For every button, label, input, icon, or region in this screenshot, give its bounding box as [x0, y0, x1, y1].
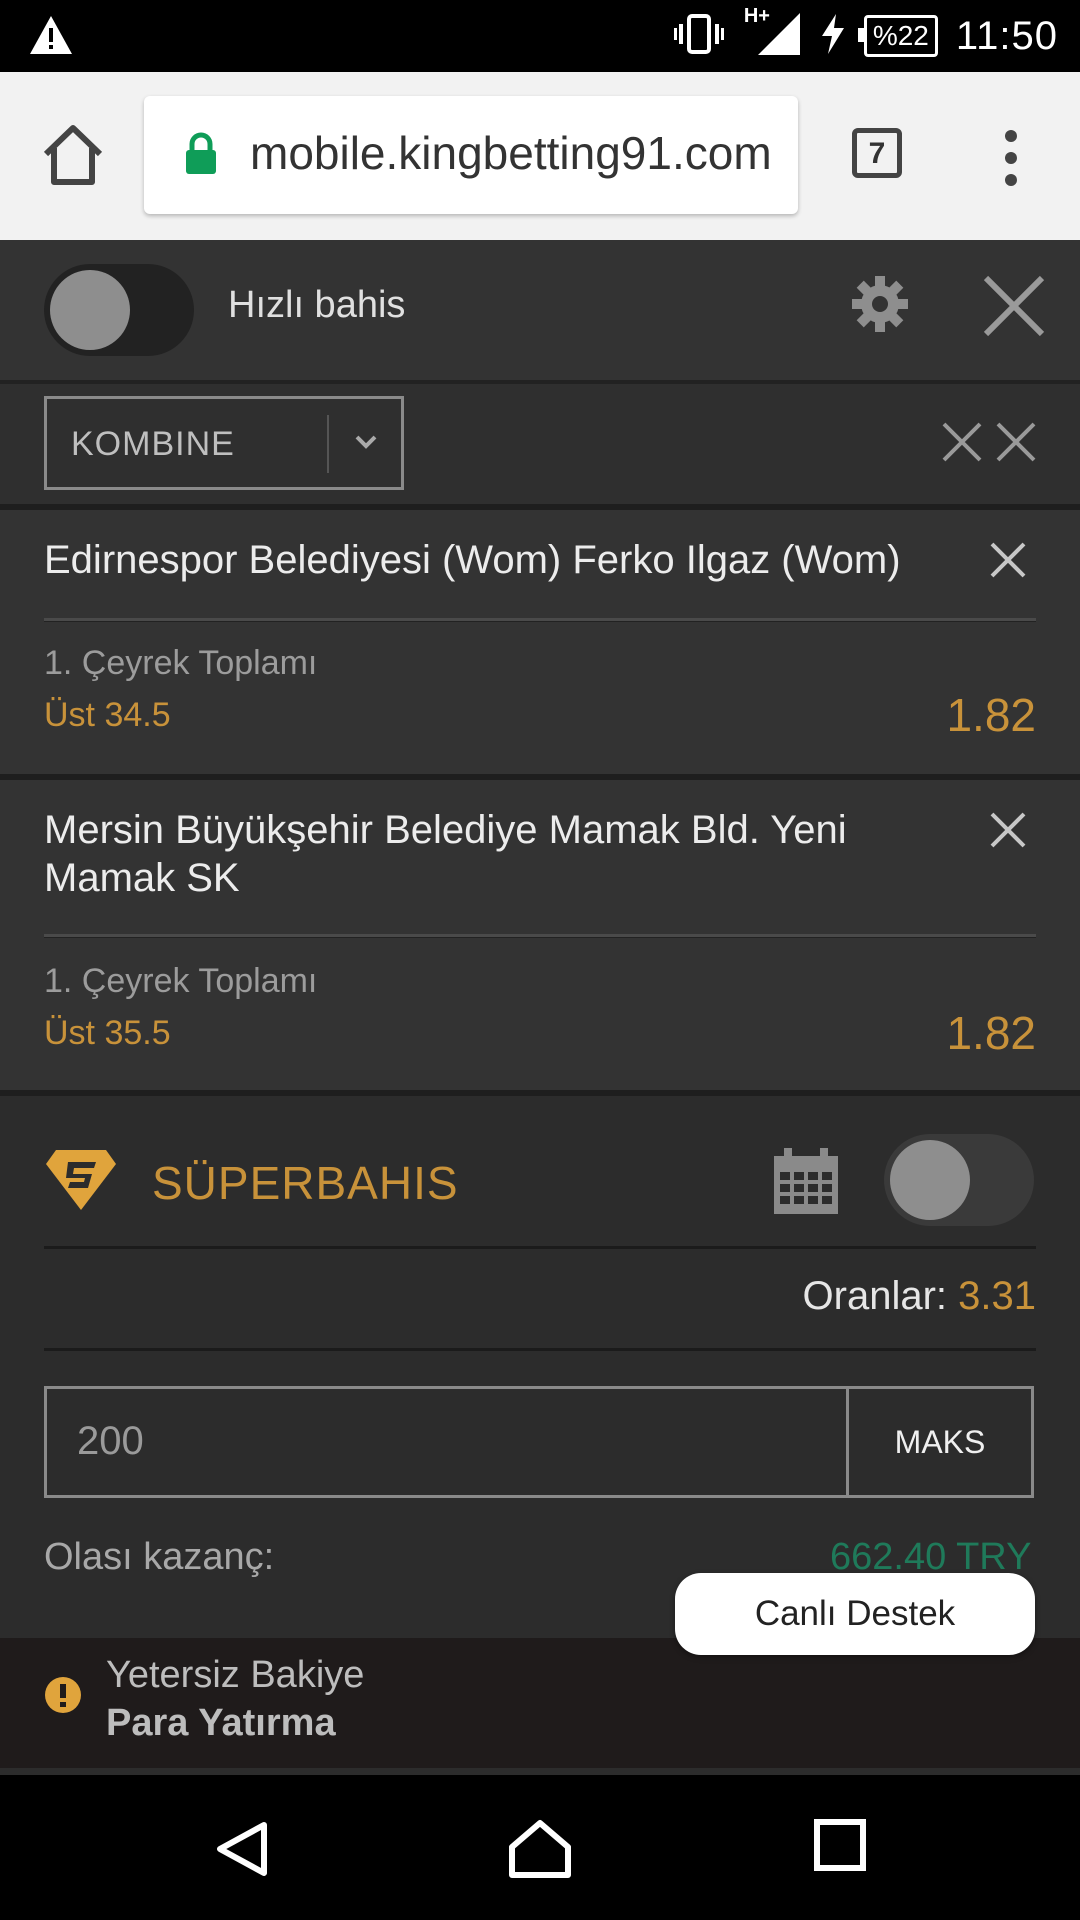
gear-icon[interactable]: [850, 274, 910, 339]
bet-selection: Üst 34.5: [44, 696, 171, 734]
superbet-logo-icon: [44, 1148, 118, 1217]
quick-bet-label: Hızlı bahis: [228, 284, 406, 326]
overflow-menu-icon[interactable]: [994, 130, 1028, 186]
tab-switcher-button[interactable]: 7: [852, 128, 902, 178]
bet-odd: 1.82: [946, 1007, 1036, 1059]
stake-field: 200 MAKS: [44, 1386, 1034, 1498]
recents-icon[interactable]: [814, 1819, 866, 1876]
stake-input[interactable]: 200: [77, 1419, 144, 1464]
home-icon[interactable]: [40, 122, 106, 188]
possible-win-label: Olası kazanç:: [44, 1536, 275, 1578]
warning-icon: [28, 14, 74, 61]
clear-all-icon[interactable]: [940, 420, 1038, 469]
remove-bet-icon[interactable]: [988, 540, 1028, 585]
remove-bet-icon[interactable]: [988, 810, 1028, 855]
calendar-icon[interactable]: [770, 1146, 842, 1223]
address-bar[interactable]: mobile.kingbetting91.com: [144, 96, 798, 214]
chevron-down-icon: [351, 427, 381, 462]
clock: 11:50: [955, 13, 1058, 58]
bet-type-bar: KOMBINE: [0, 384, 1080, 510]
home-nav-icon[interactable]: [508, 1819, 572, 1884]
insufficient-balance-alert: Yetersiz Bakiye Para Yatırma: [0, 1638, 1080, 1768]
close-icon[interactable]: [982, 274, 1046, 343]
bet-market: 1. Çeyrek Toplamı: [44, 962, 318, 1000]
bet-odd: 1.82: [946, 689, 1036, 741]
alert-message: Yetersiz Bakiye: [106, 1654, 365, 1696]
system-navigation-bar: [0, 1775, 1080, 1920]
superbet-title: SÜPERBAHIS: [152, 1157, 459, 1209]
quick-bet-toggle[interactable]: [44, 264, 194, 356]
signal-icon: H+: [742, 5, 802, 62]
url-text: mobile.kingbetting91.com: [250, 127, 772, 179]
back-icon[interactable]: [212, 1819, 272, 1884]
deposit-link[interactable]: Para Yatırma: [106, 1702, 336, 1745]
odds-label: Oranlar:: [802, 1274, 948, 1318]
bet-type-select[interactable]: KOMBINE: [44, 396, 404, 490]
network-type: H+: [743, 4, 770, 27]
bet-item: Mersin Büyükşehir Belediye Mamak Bld. Ye…: [0, 780, 1080, 1096]
total-odds: Oranlar: 3.31: [803, 1274, 1036, 1319]
max-stake-button[interactable]: MAKS: [846, 1389, 1031, 1495]
lock-icon: [184, 132, 218, 181]
live-support-button[interactable]: Canlı Destek: [675, 1573, 1035, 1655]
status-bar: H+ %22 11:50: [0, 0, 1080, 72]
exclamation-icon: [44, 1676, 82, 1719]
bet-market: 1. Çeyrek Toplamı: [44, 644, 318, 682]
betslip-header: Hızlı bahis: [0, 240, 1080, 384]
bet-selection: Üst 35.5: [44, 1014, 171, 1052]
vibrate-icon: [673, 12, 724, 61]
battery-indicator: %22: [857, 15, 938, 57]
bet-teams: Mersin Büyükşehir Belediye Mamak Bld. Ye…: [44, 808, 847, 900]
browser-toolbar: mobile.kingbetting91.com 7: [0, 72, 1080, 240]
charging-icon: [820, 13, 846, 59]
betslip-panel: Hızlı bahis KOMBINE Edirnespor Belediyes…: [0, 240, 1080, 1775]
bet-teams: Edirnespor Belediyesi (Wom) Ferko Ilgaz …: [44, 538, 901, 582]
bet-item: Edirnespor Belediyesi (Wom) Ferko Ilgaz …: [0, 510, 1080, 780]
superbet-toggle[interactable]: [884, 1134, 1034, 1226]
bet-type-value: KOMBINE: [71, 425, 235, 463]
odds-value: 3.31: [958, 1274, 1036, 1318]
